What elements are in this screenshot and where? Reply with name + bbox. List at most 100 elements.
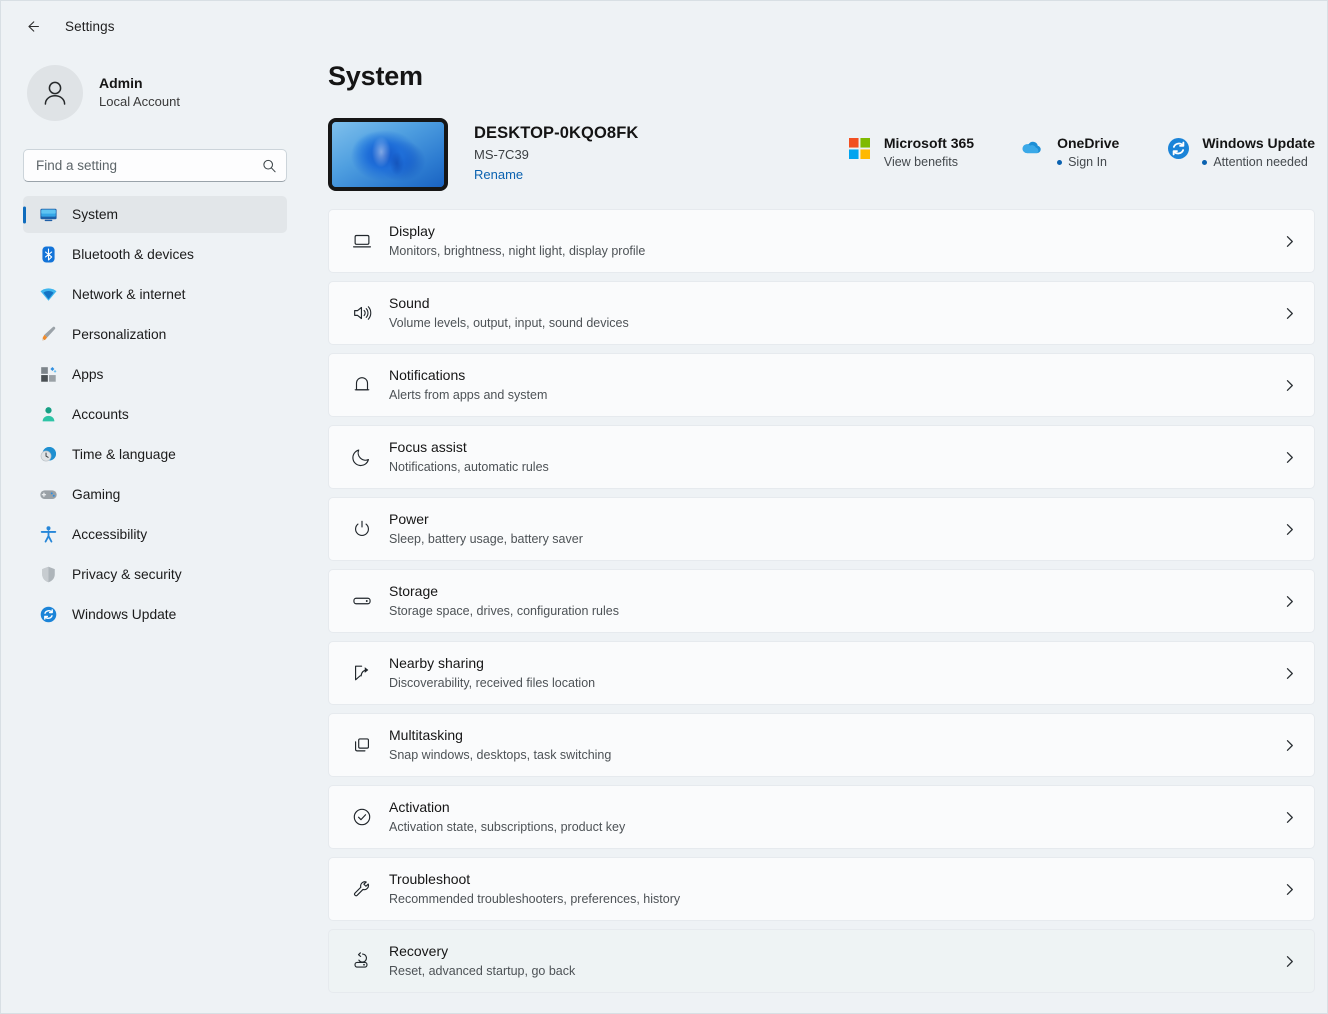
search-input[interactable] <box>23 149 287 182</box>
windows-stack-icon <box>345 734 379 756</box>
chevron-right-icon <box>1283 451 1296 464</box>
settings-row-text: Multitasking Snap windows, desktops, tas… <box>389 726 1283 764</box>
sidebar-item-label: Personalization <box>72 327 167 342</box>
status-card-windows-update[interactable]: Windows Update Attention needed <box>1165 134 1315 169</box>
sidebar-item-apps[interactable]: Apps <box>23 356 287 393</box>
settings-row-subtitle: Snap windows, desktops, task switching <box>389 748 612 762</box>
sidebar-item-gaming[interactable]: Gaming <box>23 476 287 513</box>
settings-row-storage[interactable]: Storage Storage space, drives, configura… <box>328 569 1315 633</box>
account-tile[interactable]: Admin Local Account <box>23 61 287 125</box>
update-refresh-icon <box>1165 135 1191 161</box>
sidebar-item-accessibility[interactable]: Accessibility <box>23 516 287 553</box>
settings-row-subtitle: Volume levels, output, input, sound devi… <box>389 316 629 330</box>
rename-link[interactable]: Rename <box>474 167 523 182</box>
back-button[interactable] <box>17 11 47 41</box>
sidebar-item-time-language[interactable]: Time & language <box>23 436 287 473</box>
sidebar-item-privacy-security[interactable]: Privacy & security <box>23 556 287 593</box>
settings-row-recovery[interactable]: Recovery Reset, advanced startup, go bac… <box>328 929 1315 993</box>
status-card-subtitle-text: Sign In <box>1068 155 1108 170</box>
accessibility-person-icon <box>39 525 58 544</box>
settings-row-title: Activation <box>389 799 450 816</box>
settings-row-text: Focus assist Notifications, automatic ru… <box>389 438 1283 476</box>
avatar <box>27 65 83 121</box>
settings-row-subtitle: Notifications, automatic rules <box>389 460 549 474</box>
chevron-right-icon <box>1283 523 1296 536</box>
sidebar-item-label: Privacy & security <box>72 567 182 582</box>
sidebar-item-bluetooth-devices[interactable]: Bluetooth & devices <box>23 236 287 273</box>
sidebar-item-label: Network & internet <box>72 287 186 302</box>
content-pane: System DESKTOP-0KQO8FK MS-7C39 Rename Mi… <box>303 51 1327 1013</box>
settings-row-subtitle: Alerts from apps and system <box>389 388 548 402</box>
window-title: Settings <box>65 18 115 34</box>
sidebar-item-label: Time & language <box>72 447 176 462</box>
settings-row-multitasking[interactable]: Multitasking Snap windows, desktops, tas… <box>328 713 1315 777</box>
chevron-right-icon <box>1283 235 1296 248</box>
settings-row-subtitle: Sleep, battery usage, battery saver <box>389 532 583 546</box>
shield-icon <box>39 565 58 584</box>
sidebar-item-network-internet[interactable]: Network & internet <box>23 276 287 313</box>
wifi-icon <box>39 285 58 304</box>
settings-row-subtitle: Discoverability, received files location <box>389 676 596 690</box>
settings-row-text: Display Monitors, brightness, night ligh… <box>389 222 1283 260</box>
sidebar-item-system[interactable]: System <box>23 196 287 233</box>
status-dot-icon <box>1057 159 1063 165</box>
sidebar: Admin Local Account Find a setting Syste… <box>1 51 303 1013</box>
check-circle-icon <box>345 806 379 828</box>
settings-row-text: Troubleshoot Recommended troubleshooters… <box>389 870 1283 908</box>
settings-row-sound[interactable]: Sound Volume levels, output, input, soun… <box>328 281 1315 345</box>
status-card-microsoft-365[interactable]: Microsoft 365 View benefits <box>847 134 974 169</box>
chevron-right-icon <box>1283 595 1296 608</box>
settings-row-text: Power Sleep, battery usage, battery save… <box>389 510 1283 548</box>
settings-row-subtitle: Storage space, drives, configuration rul… <box>389 604 619 618</box>
settings-row-power[interactable]: Power Sleep, battery usage, battery save… <box>328 497 1315 561</box>
page-title: System <box>328 61 423 91</box>
share-icon <box>345 662 379 684</box>
person-badge-icon <box>39 405 58 424</box>
apps-icon <box>39 365 58 384</box>
recovery-icon <box>345 950 379 972</box>
status-dot-icon <box>1202 159 1208 165</box>
status-card-subtitle-text: View benefits <box>883 155 958 170</box>
chevron-right-icon <box>1283 955 1296 968</box>
account-subtitle: Local Account <box>99 94 180 110</box>
device-name: DESKTOP-0KQO8FK <box>474 124 639 142</box>
status-card-subtitle: Sign In <box>1057 155 1119 169</box>
settings-row-title: Troubleshoot <box>389 871 471 888</box>
settings-row-activation[interactable]: Activation Activation state, subscriptio… <box>328 785 1315 849</box>
sidebar-item-accounts[interactable]: Accounts <box>23 396 287 433</box>
person-icon <box>44 81 66 105</box>
settings-row-title: Multitasking <box>389 727 463 744</box>
speaker-icon <box>345 302 379 324</box>
settings-list: Display Monitors, brightness, night ligh… <box>328 209 1321 993</box>
settings-row-nearby-sharing[interactable]: Nearby sharing Discoverability, received… <box>328 641 1315 705</box>
chevron-right-icon <box>1283 307 1296 320</box>
settings-row-subtitle: Monitors, brightness, night light, displ… <box>389 244 646 258</box>
chevron-right-icon <box>1283 883 1296 896</box>
clock-globe-icon <box>39 445 58 464</box>
power-icon <box>345 518 379 540</box>
settings-row-focus-assist[interactable]: Focus assist Notifications, automatic ru… <box>328 425 1315 489</box>
status-card-subtitle: View benefits <box>884 155 974 169</box>
chevron-right-icon <box>1283 379 1296 392</box>
drive-icon <box>345 590 379 612</box>
status-card-title: OneDrive <box>1057 135 1120 151</box>
bell-icon <box>345 374 379 396</box>
account-name: Admin <box>99 75 143 92</box>
status-card-title: Windows Update <box>1202 135 1315 151</box>
settings-row-title: Display <box>389 223 435 240</box>
search-box[interactable] <box>23 149 287 182</box>
gamepad-icon <box>39 485 58 504</box>
sidebar-item-label: Accessibility <box>72 527 148 542</box>
settings-row-display[interactable]: Display Monitors, brightness, night ligh… <box>328 209 1315 273</box>
sidebar-item-windows-update[interactable]: Windows Update <box>23 596 287 633</box>
status-card-onedrive[interactable]: OneDrive Sign In <box>1020 134 1119 169</box>
sidebar-nav: System Bluetooth & devices Network & int… <box>23 196 287 633</box>
sidebar-item-label: Accounts <box>72 407 129 422</box>
device-header: DESKTOP-0KQO8FK MS-7C39 Rename Microsoft… <box>328 118 1321 191</box>
sidebar-item-personalization[interactable]: Personalization <box>23 316 287 353</box>
settings-row-subtitle: Recommended troubleshooters, preferences… <box>389 892 681 906</box>
settings-row-notifications[interactable]: Notifications Alerts from apps and syste… <box>328 353 1315 417</box>
device-meta: DESKTOP-0KQO8FK MS-7C39 Rename <box>474 118 638 184</box>
onedrive-cloud-icon <box>1020 135 1046 161</box>
settings-row-troubleshoot[interactable]: Troubleshoot Recommended troubleshooters… <box>328 857 1315 921</box>
